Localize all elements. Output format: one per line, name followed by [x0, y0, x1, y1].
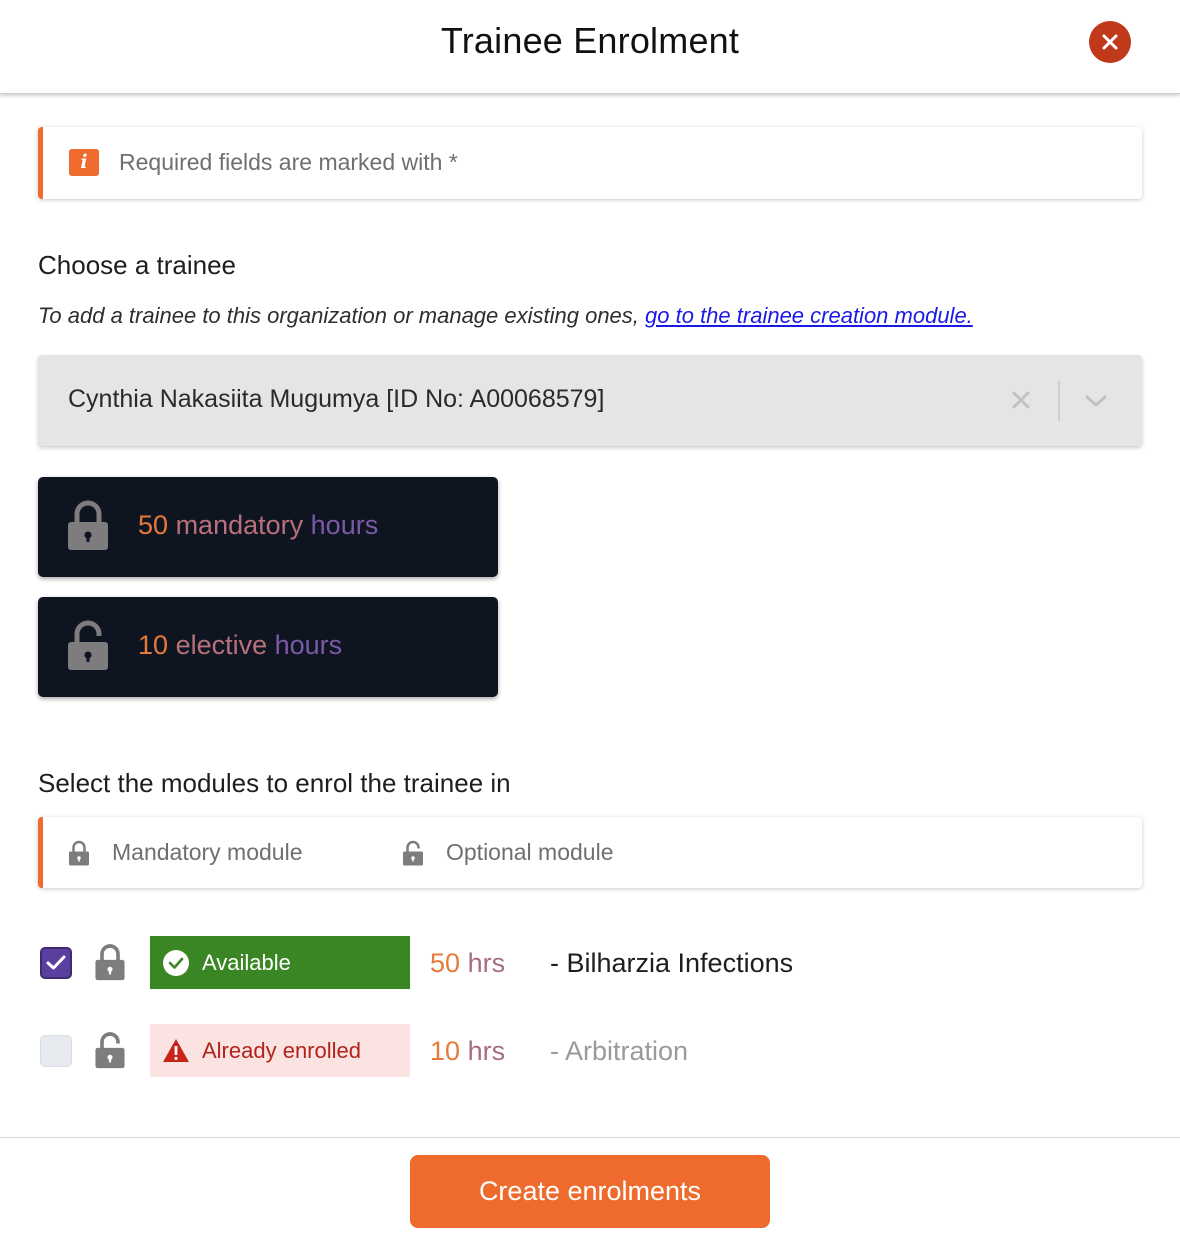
- modules-heading: Select the modules to enrol the trainee …: [38, 768, 511, 798]
- lock-open-icon: [68, 620, 108, 670]
- chevron-down-icon[interactable]: [1082, 387, 1110, 415]
- lock-closed-icon: [68, 500, 108, 550]
- trainee-hint-text: To add a trainee to this organization or…: [38, 303, 646, 328]
- legend-mandatory-label: Mandatory module: [112, 839, 303, 865]
- module-row-arbitration: Already enrolled 10 hrs - Arbitration: [38, 1024, 1142, 1078]
- legend-optional: Optional module: [402, 839, 614, 866]
- warning-icon: [163, 1038, 189, 1062]
- module-hours: 10 hrs: [430, 1036, 506, 1066]
- check-circle-icon: [163, 949, 189, 976]
- footer-divider: [0, 1137, 1180, 1138]
- close-icon: [1102, 34, 1118, 50]
- module-name: - Arbitration: [550, 1036, 689, 1066]
- selected-trainee: Cynthia Nakasiita Mugumya [ID No: A00068…: [68, 385, 605, 413]
- trainee-creation-link[interactable]: go to the trainee creation module.: [645, 303, 973, 328]
- mandatory-hours-card: 50 mandatory hours: [38, 477, 498, 577]
- select-separator: [1058, 381, 1060, 421]
- create-enrolments-button[interactable]: Create enrolments: [410, 1155, 770, 1228]
- lock-open-icon: [95, 1032, 125, 1069]
- info-icon: i: [69, 149, 99, 176]
- checkmark-icon: [46, 955, 66, 970]
- lock-open-icon: [403, 840, 423, 865]
- elective-hours-card: 10 elective hours: [38, 597, 498, 697]
- status-badge-available: Available: [150, 936, 410, 989]
- module-hours: 50 hrs: [430, 948, 506, 978]
- status-label: Available: [202, 949, 291, 975]
- status-badge-enrolled: Already enrolled: [150, 1024, 410, 1077]
- mandatory-hours-text: 50 mandatory hours: [138, 510, 379, 540]
- lock-closed-icon: [95, 944, 125, 981]
- close-button[interactable]: [1089, 21, 1131, 63]
- trainee-select[interactable]: Cynthia Nakasiita Mugumya [ID No: A00068…: [38, 355, 1142, 446]
- module-name: - Bilharzia Infections: [550, 948, 794, 978]
- elective-hours-text: 10 elective hours: [138, 630, 343, 660]
- required-fields-notice: i Required fields are marked with *: [38, 127, 1142, 199]
- notice-text: Required fields are marked with *: [119, 149, 458, 175]
- lock-closed-icon: [69, 840, 89, 865]
- trainee-hint: To add a trainee to this organization or…: [38, 303, 973, 329]
- module-legend: Mandatory module Optional module: [38, 817, 1142, 888]
- modal-title: Trainee Enrolment: [440, 20, 740, 61]
- modal-header: Trainee Enrolment: [0, 0, 1180, 94]
- clear-selection-icon[interactable]: [1008, 385, 1036, 415]
- module-row-bilharzia: Available 50 hrs - Bilharzia Infections: [38, 936, 1142, 990]
- status-label: Already enrolled: [202, 1037, 361, 1063]
- module-checkbox-bilharzia[interactable]: [40, 947, 72, 979]
- choose-trainee-heading: Choose a trainee: [38, 250, 237, 280]
- legend-optional-label: Optional module: [446, 839, 614, 865]
- legend-mandatory: Mandatory module: [68, 839, 303, 866]
- module-checkbox-arbitration[interactable]: [40, 1035, 72, 1067]
